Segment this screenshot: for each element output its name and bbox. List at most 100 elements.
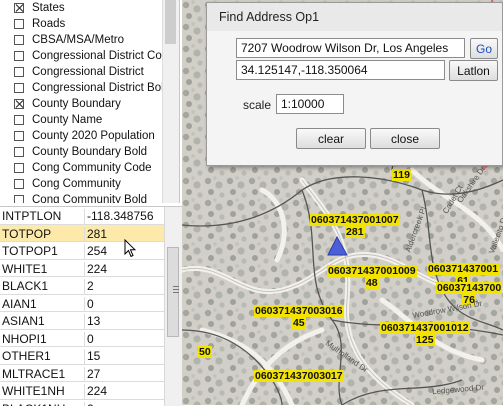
- layer-item[interactable]: County Boundary Bold: [0, 143, 147, 160]
- layer-label: Cong Community Bold: [32, 194, 147, 204]
- find-address-dialog: Find Address Op1 7207 Woodrow Wilson Dr,…: [206, 2, 503, 166]
- layer-label: CBSA/MSA/Metro: [32, 34, 124, 46]
- close-button[interactable]: close: [370, 128, 440, 149]
- attribute-value: 281: [84, 227, 107, 242]
- attribute-row[interactable]: NHOPI1 0: [0, 330, 164, 348]
- attribute-grid-scrollbar[interactable]: [164, 207, 182, 406]
- attribute-key: INTPTLON: [2, 209, 61, 223]
- attribute-key: BLACK1NH: [2, 402, 65, 406]
- attribute-value: 27: [84, 367, 100, 382]
- layer-label: County Boundary: [32, 98, 121, 110]
- attribute-value: -118.348756: [84, 209, 154, 224]
- attribute-row[interactable]: WHITE1NH 224: [0, 382, 164, 400]
- attribute-key: WHITE1NH: [2, 384, 65, 398]
- tract-label: 119: [392, 169, 411, 181]
- attribute-grid: INTPTLON-118.348756TOTPOP281TOTPOP1254WH…: [0, 206, 182, 406]
- attribute-row[interactable]: BLACK1 2: [0, 277, 164, 295]
- go-button[interactable]: Go: [470, 38, 498, 59]
- tract-label: 060371437001012125: [380, 322, 470, 346]
- layer-label: Congressional District: [32, 66, 144, 78]
- attribute-value: 0: [84, 297, 94, 312]
- attribute-value: 13: [84, 314, 100, 329]
- attribute-row[interactable]: INTPTLON -118.348756: [0, 207, 164, 225]
- layer-item[interactable]: Congressional District Code: [0, 47, 175, 64]
- attribute-key: WHITE1: [2, 262, 47, 276]
- attribute-key: OTHER1: [2, 349, 51, 363]
- latlon-button[interactable]: Latlon: [449, 60, 498, 81]
- attribute-key: ASIAN1: [2, 314, 45, 328]
- layer-item[interactable]: Cong Community Bold: [0, 191, 147, 203]
- layer-label: Cong Community: [32, 178, 121, 190]
- layer-checkbox[interactable]: [14, 131, 24, 141]
- layer-checkbox[interactable]: [14, 67, 24, 77]
- scale-input[interactable]: 1:10000: [276, 94, 344, 114]
- layer-item[interactable]: Congressional District Bold: [0, 79, 170, 96]
- layer-label: County Boundary Bold: [32, 146, 147, 158]
- attribute-value: 224: [84, 384, 107, 399]
- layer-item[interactable]: Roads: [0, 15, 65, 32]
- attribute-value: 0: [84, 332, 94, 347]
- attribute-key: BLACK1: [2, 279, 48, 293]
- layer-checkbox[interactable]: [14, 179, 24, 189]
- attribute-value: 2: [84, 402, 94, 406]
- attribute-row[interactable]: TOTPOP 281: [0, 225, 164, 243]
- address-input[interactable]: 7207 Woodrow Wilson Dr, Los Angeles: [236, 38, 465, 58]
- layer-label: Congressional District Bold: [32, 82, 170, 94]
- attribute-key: MLTRACE1: [2, 367, 65, 381]
- mouse-pointer-icon: [124, 239, 136, 259]
- attribute-row[interactable]: OTHER1 15: [0, 347, 164, 365]
- attribute-grid-scroll-thumb[interactable]: [167, 247, 179, 337]
- layer-item[interactable]: Congressional District: [0, 63, 144, 80]
- layer-checkbox[interactable]: [14, 51, 24, 61]
- attribute-value: 15: [84, 349, 100, 364]
- layer-item[interactable]: Cong Community Code: [0, 159, 152, 176]
- layer-item[interactable]: CBSA/MSA/Metro: [0, 31, 124, 48]
- attribute-key: AIAN1: [2, 297, 37, 311]
- attribute-key: TOTPOP: [2, 227, 51, 241]
- attribute-key: TOTPOP1: [2, 244, 58, 258]
- layer-label: Roads: [32, 18, 65, 30]
- tract-label: 06037143700100948: [327, 265, 417, 289]
- attribute-value: 2: [84, 279, 94, 294]
- tract-label: 06037143700​1007281: [310, 214, 400, 238]
- attribute-row[interactable]: TOTPOP1 254: [0, 242, 164, 260]
- dialog-titlebar[interactable]: Find Address Op1: [207, 3, 502, 31]
- attribute-row[interactable]: WHITE1 224: [0, 260, 164, 278]
- layer-item[interactable]: County Boundary: [0, 95, 121, 112]
- layer-list-panel: States Roads CBSA/MSA/Metro Congressional D…: [0, 0, 180, 203]
- attribute-value: 254: [84, 244, 107, 259]
- layer-item[interactable]: County 2020 Population: [0, 127, 155, 144]
- layer-checkbox[interactable]: [14, 35, 24, 45]
- layer-list-scroll-thumb[interactable]: [165, 0, 176, 44]
- layer-label: States: [32, 2, 65, 14]
- attribute-row[interactable]: ASIAN1 13: [0, 312, 164, 330]
- layer-list-scrollbar[interactable]: [162, 0, 179, 203]
- layer-label: County Name: [32, 114, 102, 126]
- tract-label: 06037143700301645: [254, 305, 344, 329]
- attribute-row[interactable]: BLACK1NH 2: [0, 400, 164, 406]
- layer-checkbox[interactable]: [14, 19, 24, 29]
- dialog-title: Find Address Op1: [219, 10, 319, 24]
- layer-item[interactable]: States: [0, 0, 65, 16]
- clear-button[interactable]: clear: [296, 128, 366, 149]
- layer-checkbox[interactable]: [14, 163, 24, 173]
- layer-item[interactable]: County Name: [0, 111, 102, 128]
- layer-checkbox[interactable]: [14, 3, 24, 13]
- latlon-input[interactable]: 34.125147,-118.350064: [236, 60, 445, 80]
- layer-label: Congressional District Code: [32, 50, 175, 62]
- attribute-row[interactable]: AIAN1 0: [0, 295, 164, 313]
- layer-checkbox[interactable]: [14, 147, 24, 157]
- layer-label: Cong Community Code: [32, 162, 152, 174]
- tract-label: 060371437003017: [254, 370, 344, 382]
- attribute-row[interactable]: MLTRACE1 27: [0, 365, 164, 383]
- layer-item[interactable]: Cong Community: [0, 175, 121, 192]
- layer-checkbox[interactable]: [14, 115, 24, 125]
- layer-checkbox[interactable]: [14, 195, 24, 204]
- layer-label: County 2020 Population: [32, 130, 155, 142]
- layer-checkbox[interactable]: [14, 99, 24, 109]
- attribute-value: 224: [84, 262, 107, 277]
- tract-label: 50: [198, 346, 212, 358]
- scale-label: scale: [243, 98, 271, 112]
- attribute-key: NHOPI1: [2, 332, 47, 346]
- layer-checkbox[interactable]: [14, 83, 24, 93]
